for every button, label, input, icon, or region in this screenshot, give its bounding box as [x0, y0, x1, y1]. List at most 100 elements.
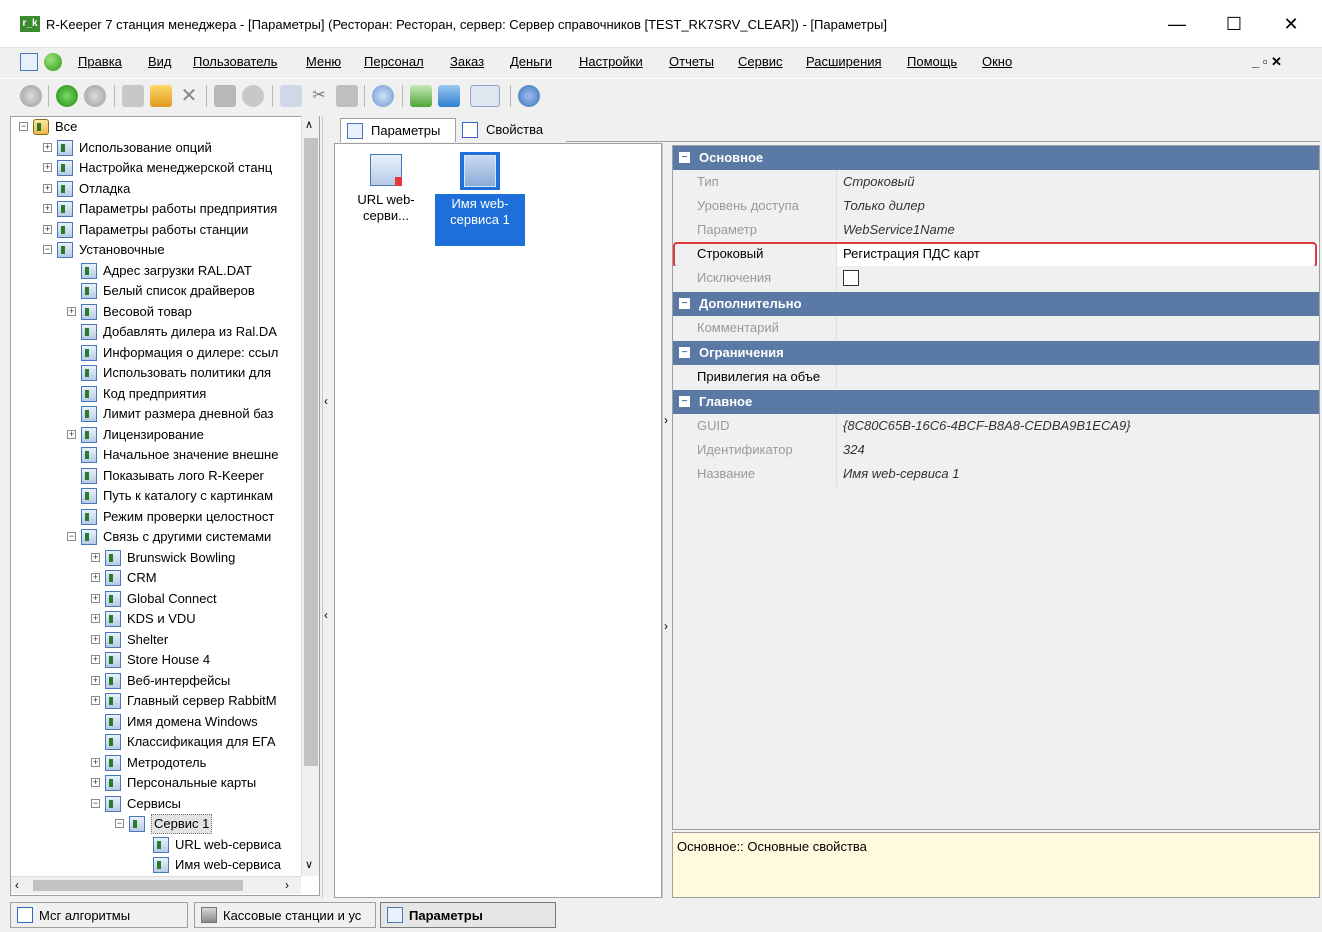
tab-properties[interactable]: Свойства [456, 118, 566, 142]
tree-item[interactable]: + Настройка менеджерской станц [11, 158, 311, 178]
mdi-controls[interactable]: _ ▫ ✕ [1252, 54, 1282, 70]
minimize-button[interactable]: — [1148, 0, 1206, 48]
collapse-left-icon[interactable]: ‹ [324, 394, 328, 408]
tree-item[interactable]: − Связь с другими системами [11, 527, 311, 547]
tree-item[interactable]: Имя web-сервиса [11, 855, 311, 875]
prop-row-identifier[interactable]: Идентификатор 324 [673, 438, 1319, 462]
collapse-left-icon-2[interactable]: ‹ [324, 608, 328, 622]
property-grid[interactable]: − Основное Тип Строковый Уровень доступа То… [672, 145, 1320, 830]
tree-item[interactable]: Режим проверки целостност [11, 507, 311, 527]
expand-icon[interactable]: + [67, 306, 76, 316]
export-icon[interactable] [438, 85, 460, 107]
tree-item[interactable]: + Весовой товар [11, 302, 311, 322]
close-button[interactable]: ✕ [1262, 0, 1320, 48]
tree-item[interactable]: + Лицензирование [11, 425, 311, 445]
paste-icon[interactable] [336, 85, 358, 107]
collapse-icon[interactable]: − [91, 798, 100, 808]
tree-item[interactable]: − Сервисы [11, 794, 311, 814]
prop-row-name[interactable]: Название Имя web-сервиса 1 [673, 462, 1319, 486]
tree-item[interactable]: Информация о дилере: ссыл [11, 343, 311, 363]
tree-item[interactable]: Использовать политики для [11, 363, 311, 383]
collapse-icon[interactable]: − [115, 819, 124, 828]
section-main[interactable]: − Основное [673, 146, 1319, 170]
tree-horizontal-scrollbar[interactable]: ‹ › [11, 876, 301, 894]
menu-money[interactable]: Деньги [510, 54, 552, 69]
settings-icon[interactable] [518, 85, 540, 107]
expand-icon[interactable]: + [43, 224, 52, 234]
tree-item[interactable]: + Веб-интерфейсы [11, 671, 311, 691]
menu-edit[interactable]: Правка [78, 54, 122, 69]
tree-vertical-scrollbar[interactable]: ∧ ∨ [301, 116, 319, 876]
task-algorithms[interactable]: Мсг алгоритмы [10, 902, 188, 928]
new-item-icon[interactable] [122, 85, 144, 107]
find-icon[interactable] [372, 85, 394, 107]
menu-extensions[interactable]: Расширения [806, 54, 882, 69]
tree-item[interactable]: + Global Connect [11, 589, 311, 609]
cut-icon[interactable]: ✂ [308, 85, 330, 107]
menu-user[interactable]: Пользователь [193, 54, 277, 69]
prop-row-type[interactable]: Тип Строковый [673, 170, 1319, 194]
items-panel[interactable]: URL web-серви... Имя web-сервиса 1 [334, 143, 662, 898]
menu-service[interactable]: Сервис [738, 54, 783, 69]
tree-item[interactable]: + Метродотель [11, 753, 311, 773]
tree-item[interactable]: + Shelter [11, 630, 311, 650]
exceptions-checkbox[interactable] [843, 270, 859, 286]
tree-item[interactable]: + Параметры работы станции [11, 220, 311, 240]
prop-row-privilege[interactable]: Привилегия на объе [673, 365, 1319, 389]
open-folder-icon[interactable] [150, 85, 172, 107]
menu-order[interactable]: Заказ [450, 54, 484, 69]
menu-settings[interactable]: Настройки [579, 54, 643, 69]
refresh-icon[interactable] [20, 85, 42, 107]
maximize-button[interactable]: ☐ [1205, 0, 1263, 48]
view-mode-dropdown[interactable] [470, 85, 500, 107]
section-restrictions[interactable]: − Ограничения [673, 341, 1319, 365]
scroll-left-icon[interactable]: ‹ [15, 878, 19, 892]
mdi-window-icon[interactable] [20, 53, 38, 71]
tree-item[interactable]: + Использование опций [11, 138, 311, 158]
right-splitter[interactable]: › › [662, 143, 672, 898]
cancel-icon[interactable] [242, 85, 264, 107]
menu-menu[interactable]: Меню [306, 54, 341, 69]
expand-icon[interactable]: + [91, 552, 100, 562]
expand-icon[interactable]: + [91, 614, 100, 623]
tree-item[interactable]: + Отладка [11, 179, 311, 199]
collapse-icon[interactable]: − [67, 532, 76, 541]
tree-item[interactable]: Белый список драйверов [11, 281, 311, 301]
section-general[interactable]: − Главное [673, 390, 1319, 414]
expand-icon[interactable]: + [43, 142, 52, 152]
menu-reports[interactable]: Отчеты [669, 54, 714, 69]
tree-item[interactable]: Адрес загрузки RAL.DAT [11, 261, 311, 281]
tab-parameters[interactable]: Параметры [340, 118, 456, 142]
tree-item[interactable]: Добавлять дилера из Ral.DA [11, 322, 311, 342]
expand-icon[interactable]: + [67, 429, 76, 439]
prop-row-guid[interactable]: GUID {8C80C65B-16C6-4BCF-B8A8-CEDBA9B1ECA… [673, 414, 1319, 438]
filter-icon[interactable] [410, 85, 432, 107]
copy-icon[interactable] [280, 85, 302, 107]
tree-item[interactable]: Показывать лого R-Keeper [11, 466, 311, 486]
tree-item[interactable]: Классификация для ЕГА [11, 732, 311, 752]
forward-icon[interactable] [84, 85, 106, 107]
expand-icon[interactable]: + [91, 675, 100, 685]
save-icon[interactable] [214, 85, 236, 107]
expand-icon[interactable]: + [91, 593, 100, 603]
expand-icon[interactable]: + [43, 183, 52, 193]
prop-row-comment[interactable]: Комментарий [673, 316, 1319, 340]
task-parameters[interactable]: Параметры [380, 902, 556, 928]
tree-item[interactable]: + Главный сервер RabbitM [11, 691, 311, 711]
menu-help[interactable]: Помощь [907, 54, 957, 69]
collapse-icon[interactable]: − [19, 122, 28, 131]
prop-row-access-level[interactable]: Уровень доступа Только дилер [673, 194, 1319, 218]
tree-item[interactable]: + KDS и VDU [11, 609, 311, 629]
scroll-thumb[interactable] [304, 138, 318, 766]
tree-item[interactable]: − Установочные [11, 240, 311, 260]
task-cash-stations[interactable]: Кассовые станции и ус [194, 902, 376, 928]
item-web-service-name[interactable]: Имя web-сервиса 1 [435, 150, 525, 246]
tree-item[interactable]: + Персональные карты [11, 773, 311, 793]
back-icon[interactable] [56, 85, 78, 107]
tree-item[interactable]: Начальное значение внешне [11, 445, 311, 465]
collapse-right-icon[interactable]: › [664, 413, 668, 427]
menu-view[interactable]: Вид [148, 54, 172, 69]
collapse-right-icon-2[interactable]: › [664, 619, 668, 633]
scroll-up-icon[interactable]: ∧ [305, 118, 313, 131]
expand-icon[interactable]: + [43, 204, 52, 213]
